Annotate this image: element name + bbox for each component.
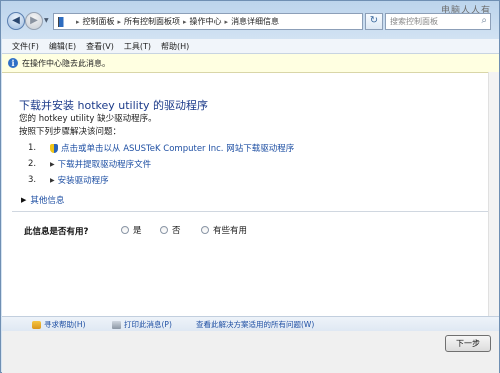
- steps-intro: 按照下列步骤解决该问题：: [19, 127, 122, 137]
- expand-arrow-icon[interactable]: ▶: [50, 177, 55, 184]
- install-driver-link[interactable]: 安装驱动程序: [58, 174, 109, 186]
- bottom-bar: 下一步: [2, 331, 499, 373]
- chevron-right-icon: ▸: [117, 17, 122, 26]
- address-bar[interactable]: ▸ 控制面板 ▸ 所有控制面板项 ▸ 操作中心 ▸ 消息详细信息: [53, 13, 363, 30]
- chevron-right-icon: ▸: [224, 17, 229, 26]
- chevron-right-icon: ▸: [183, 17, 187, 26]
- get-help-link[interactable]: 寻求帮助(H): [32, 319, 86, 330]
- problem-description: 您的 hotkey utility 缺少驱动程序。: [19, 114, 157, 124]
- help-icon: [32, 320, 41, 329]
- shield-icon: [50, 143, 58, 153]
- info-bar[interactable]: i 在操作中心隐去此消息。: [2, 54, 499, 73]
- print-message-link[interactable]: 打印此消息(P): [112, 319, 172, 330]
- extract-driver-link[interactable]: 下载并提取驱动程序文件: [58, 158, 152, 170]
- step-3: 3. ▶ 安装驱动程序: [28, 174, 109, 186]
- download-driver-link[interactable]: 点击或单击以从 ASUSTeK Computer Inc. 网站下载驱动程序: [61, 142, 294, 154]
- chevron-right-icon: ▸: [76, 17, 80, 26]
- radio-no[interactable]: 否: [160, 224, 181, 236]
- back-button[interactable]: ◀: [7, 12, 25, 30]
- recent-pages-chevron-icon[interactable]: ▼: [44, 17, 49, 24]
- menu-tools[interactable]: 工具(T): [124, 41, 151, 52]
- breadcrumb-message-details[interactable]: 消息详细信息: [231, 16, 279, 27]
- footer-links: 寻求帮助(H) 打印此消息(P) 查看此解决方案适用的所有问题(W): [2, 316, 499, 332]
- forward-button[interactable]: ▶: [25, 12, 43, 30]
- more-info-link[interactable]: 其他信息: [30, 194, 64, 206]
- step-number: 3.: [28, 175, 37, 185]
- radio-somewhat[interactable]: 有些有用: [201, 224, 247, 236]
- search-icon[interactable]: ⌕: [481, 15, 487, 26]
- radio-button[interactable]: [160, 226, 168, 234]
- more-info[interactable]: ▶ 其他信息: [21, 194, 64, 206]
- scrollbar[interactable]: [488, 72, 499, 316]
- breadcrumb-all-items[interactable]: 所有控制面板项: [124, 16, 180, 27]
- breadcrumb-action-center[interactable]: 操作中心: [190, 16, 222, 27]
- print-message-label[interactable]: 打印此消息(P): [124, 319, 172, 330]
- menu-view[interactable]: 查看(V): [86, 41, 114, 52]
- radio-button[interactable]: [201, 226, 209, 234]
- radio-label: 否: [172, 226, 181, 236]
- step-number: 1.: [28, 143, 37, 153]
- radio-yes[interactable]: 是: [121, 224, 142, 236]
- menu-bar: 文件(F) 编辑(E) 查看(V) 工具(T) 帮助(H): [2, 39, 499, 54]
- search-input[interactable]: 搜索控制面板 ⌕: [385, 13, 491, 30]
- window: 电脑人人有 ◀ ▶ ▼ ▸ 控制面板 ▸ 所有控制面板项 ▸ 操作中心 ▸ 消息…: [0, 0, 500, 373]
- step-number: 2.: [28, 159, 37, 169]
- radio-label: 有些有用: [213, 226, 248, 236]
- next-button-label: 下一步: [456, 339, 480, 348]
- page-title: 下载并安装 hotkey utility 的驱动程序: [19, 99, 209, 112]
- menu-file[interactable]: 文件(F): [12, 41, 39, 52]
- refresh-button[interactable]: ↻: [365, 13, 383, 30]
- main-content: i 在操作中心隐去此消息。 下载并安装 hotkey utility 的驱动程序…: [2, 54, 499, 316]
- expand-arrow-icon[interactable]: ▶: [50, 161, 55, 168]
- info-bar-text: 在操作中心隐去此消息。: [22, 58, 110, 68]
- menu-edit[interactable]: 编辑(E): [49, 41, 76, 52]
- view-all-problems-label[interactable]: 查看此解决方案适用的所有问题(W): [196, 319, 314, 330]
- menu-help[interactable]: 帮助(H): [161, 41, 189, 52]
- next-button[interactable]: 下一步: [445, 335, 491, 352]
- printer-icon: [112, 320, 121, 329]
- step-2: 2. ▶ 下载并提取驱动程序文件: [28, 158, 151, 170]
- expand-arrow-icon[interactable]: ▶: [21, 196, 26, 204]
- get-help-label[interactable]: 寻求帮助(H): [44, 319, 86, 330]
- view-all-problems-link[interactable]: 查看此解决方案适用的所有问题(W): [196, 319, 314, 330]
- radio-label: 是: [133, 226, 142, 236]
- breadcrumb-control-panel[interactable]: 控制面板: [83, 16, 115, 27]
- radio-button[interactable]: [121, 226, 129, 234]
- info-icon: i: [8, 58, 18, 68]
- step-1: 1. 点击或单击以从 ASUSTeK Computer Inc. 网站下载驱动程…: [28, 142, 294, 154]
- divider: [12, 211, 490, 212]
- feedback-question: 此信息是否有用?: [24, 227, 89, 237]
- action-center-flag-icon: [58, 16, 70, 27]
- search-placeholder: 搜索控制面板: [390, 17, 438, 26]
- title-bar: 电脑人人有 ◀ ▶ ▼ ▸ 控制面板 ▸ 所有控制面板项 ▸ 操作中心 ▸ 消息…: [1, 1, 499, 39]
